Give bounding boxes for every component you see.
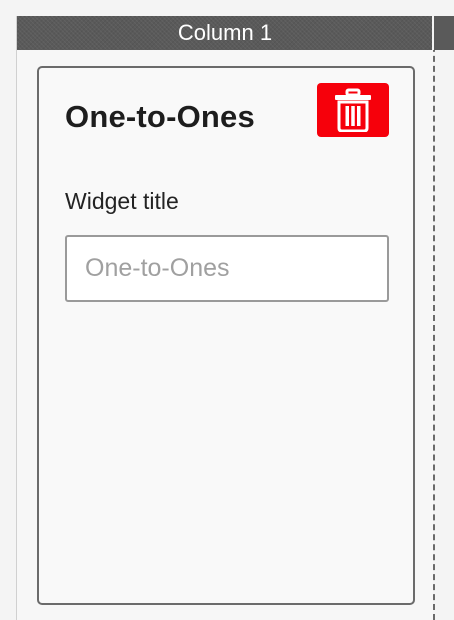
trash-icon bbox=[333, 88, 373, 132]
page-builder-viewport: Column 1 One-to-Ones Widget title bbox=[0, 0, 454, 620]
next-column-header[interactable] bbox=[434, 16, 454, 50]
widget-title-label: Widget title bbox=[65, 188, 179, 214]
column-header[interactable]: Column 1 bbox=[17, 16, 433, 50]
widget-card[interactable]: One-to-Ones Widget title bbox=[37, 66, 415, 605]
delete-widget-button[interactable] bbox=[317, 83, 389, 137]
widget-title-input[interactable] bbox=[65, 235, 389, 302]
widget-heading: One-to-Ones bbox=[65, 99, 255, 134]
column-divider bbox=[433, 16, 435, 620]
